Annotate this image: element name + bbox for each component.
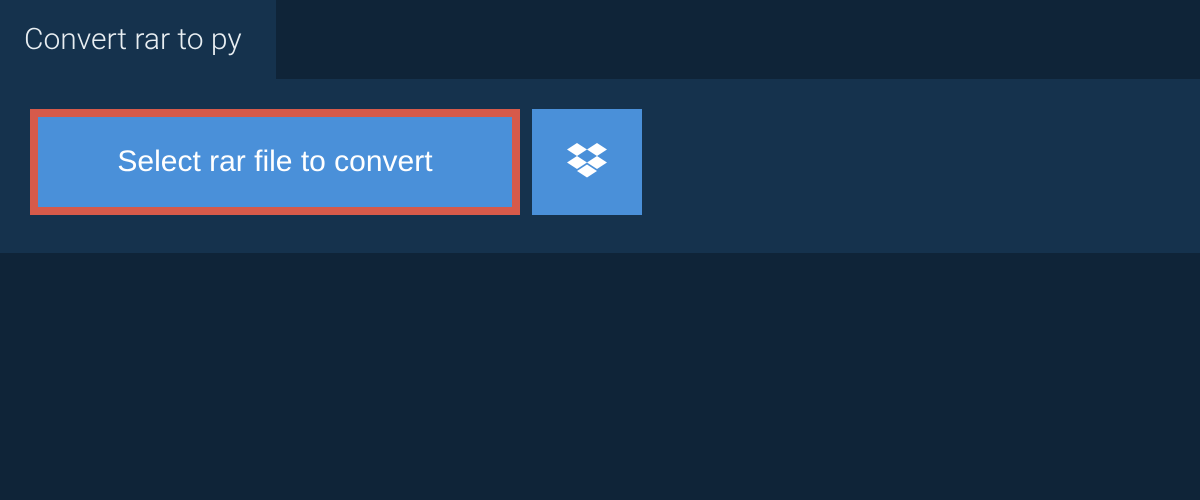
tab-convert[interactable]: Convert rar to py: [0, 0, 276, 79]
select-file-button[interactable]: Select rar file to convert: [30, 109, 520, 215]
conversion-panel: Select rar file to convert: [0, 79, 1200, 253]
dropbox-icon: [567, 143, 607, 182]
tab-bar: Convert rar to py: [0, 0, 1200, 79]
button-row: Select rar file to convert: [30, 109, 1170, 215]
dropbox-button[interactable]: [532, 109, 642, 215]
tab-title: Convert rar to py: [24, 22, 242, 57]
select-file-label: Select rar file to convert: [117, 145, 432, 179]
